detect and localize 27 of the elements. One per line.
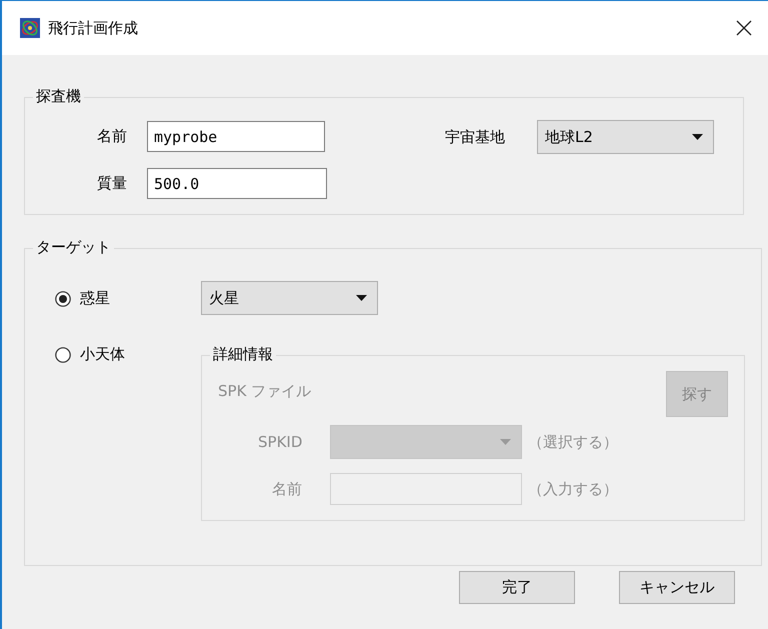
name-field[interactable]: myprobe [147,121,325,152]
radio-button[interactable] [55,290,71,306]
radio-label: 小天体 [80,345,125,364]
name-label: 名前 [97,127,128,146]
base-label: 宇宙基地 [445,128,506,146]
radio-label: 惑星 [80,289,110,308]
window-title: 飛行計画作成 [48,18,138,38]
group-legend: 詳細情報 [210,345,276,364]
dialog-button[interactable]: 完了 [459,571,575,604]
dialog-button[interactable]: キャンセル [619,571,735,604]
caret-icon [692,134,703,140]
mass-field[interactable]: 500.0 [147,168,327,199]
caret-icon [356,295,367,301]
mass-label: 質量 [97,174,128,193]
planet-dropdown[interactable]: 火星 [201,281,378,315]
group-legend: 探査機 [33,87,84,106]
caret-icon [500,439,511,445]
radio-button[interactable] [55,346,71,362]
app-icon [20,18,40,38]
name-label: 名前 [272,480,303,498]
hint-text: （入力する） [528,480,618,498]
spkid-label: SPKID [258,433,304,451]
hint-text: （選択する） [528,432,618,452]
close-icon[interactable] [736,20,752,36]
base-dropdown[interactable]: 地球L2 [537,120,714,154]
spk-file-label: SPK ファイル [218,382,312,401]
group-legend: ターゲット [33,238,114,257]
